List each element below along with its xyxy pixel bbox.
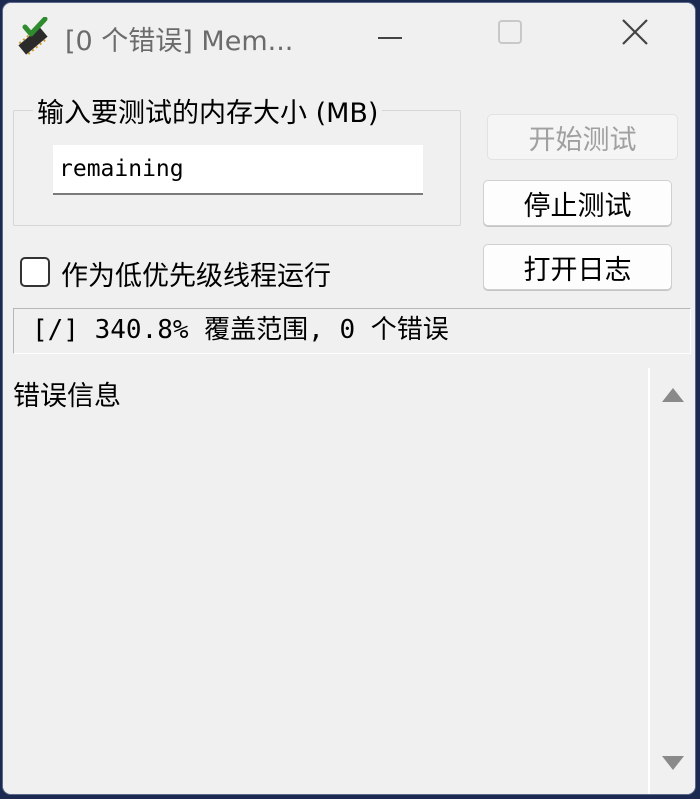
minimize-button[interactable] (330, 3, 450, 65)
minimize-icon (378, 25, 402, 44)
memory-size-input[interactable]: remaining (53, 145, 423, 195)
vertical-scrollbar[interactable] (648, 368, 695, 794)
test-status: [/] 340.8% 覆盖范围, 0 个错误 (13, 308, 691, 354)
low-priority-checkbox[interactable] (20, 257, 50, 287)
app-window: [0 个错误] Mem... 输入要测试的内存大小 (MB) remaining… (3, 3, 695, 794)
close-icon (621, 18, 649, 50)
title-bar[interactable]: [0 个错误] Mem... (3, 3, 695, 65)
start-test-button: 开始测试 (487, 114, 678, 160)
window-title: [0 个错误] Mem... (65, 26, 294, 57)
maximize-button (450, 3, 570, 65)
scroll-down-arrow-icon[interactable] (662, 756, 684, 770)
maximize-icon (498, 20, 522, 48)
error-info-panel[interactable]: 错误信息 (3, 368, 695, 794)
memory-chip-check-icon (13, 16, 53, 57)
stop-test-button[interactable]: 停止测试 (483, 180, 672, 226)
scroll-up-arrow-icon[interactable] (662, 388, 684, 402)
error-info-header: 错误信息 (13, 381, 121, 412)
low-priority-label[interactable]: 作为低优先级线程运行 (61, 254, 331, 293)
open-log-button[interactable]: 打开日志 (483, 244, 672, 290)
memory-size-label: 输入要测试的内存大小 (MB) (33, 91, 383, 130)
close-button[interactable] (575, 3, 695, 65)
